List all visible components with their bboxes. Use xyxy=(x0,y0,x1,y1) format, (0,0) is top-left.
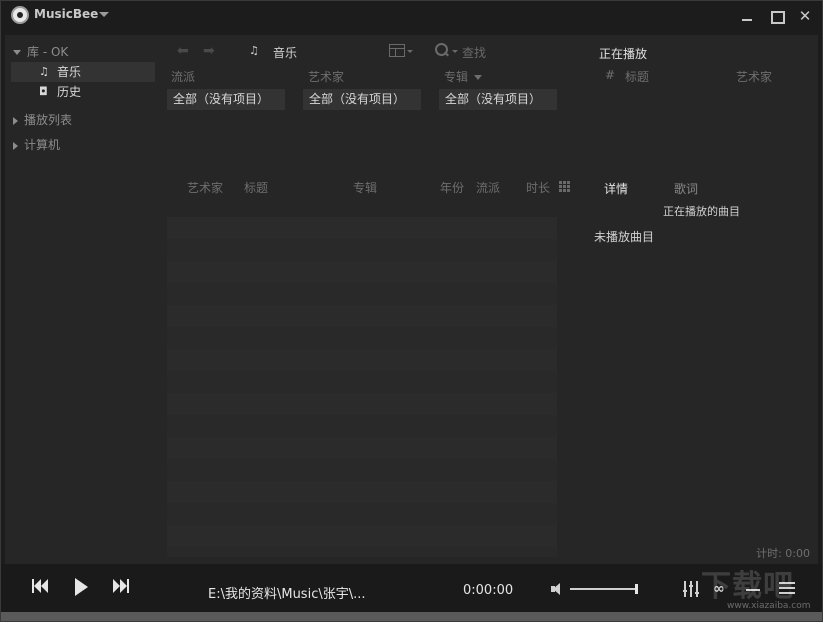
column-header-duration[interactable]: 时长 xyxy=(526,179,550,196)
filter-album-all[interactable]: 全部（没有项目） xyxy=(439,89,557,110)
volume-icon[interactable] xyxy=(551,583,565,595)
watermark-text: 下载吧 xyxy=(701,569,794,604)
sidebar-item-label: 音乐 xyxy=(57,65,82,79)
minimize-button[interactable] xyxy=(739,8,755,24)
app-title[interactable]: MusicBee xyxy=(34,7,98,21)
column-header-number[interactable]: # xyxy=(605,68,615,82)
maximize-button[interactable] xyxy=(768,8,785,24)
filter-header-album[interactable]: 专辑 xyxy=(444,68,483,85)
current-time: 0:00:00 xyxy=(463,583,514,598)
filter-header-genre[interactable]: 流派 xyxy=(171,68,195,85)
main-content: 库 - OK ♫ 音乐 ◘ 历史 播放列表 计算机 ⬅ ➡ ♫ 音乐 查找 流派… xyxy=(5,35,818,564)
tab-lyrics[interactable]: 歌词 xyxy=(674,180,698,197)
search-input[interactable]: 查找 xyxy=(462,44,486,61)
filter-header-artist[interactable]: 艺术家 xyxy=(308,68,344,85)
sidebar-library-group[interactable]: 库 - OK xyxy=(13,43,68,60)
back-arrow-icon[interactable]: ⬅ xyxy=(177,43,189,59)
sidebar-item-music[interactable]: ♫ 音乐 xyxy=(11,62,155,82)
forward-arrow-icon[interactable]: ➡ xyxy=(203,43,215,59)
column-chooser-icon[interactable] xyxy=(559,181,570,192)
computer-label: 计算机 xyxy=(24,138,61,152)
layout-icon[interactable] xyxy=(389,44,405,57)
playback-progress-bar[interactable] xyxy=(1,612,822,621)
current-track-path: E:\我的资料\Music\张宇\... xyxy=(208,587,366,602)
volume-slider[interactable] xyxy=(570,588,638,590)
tab-details[interactable]: 详情 xyxy=(604,180,628,197)
expand-right-icon xyxy=(13,141,18,150)
musicbee-logo-icon[interactable] xyxy=(11,6,29,24)
column-header-genre[interactable]: 流派 xyxy=(476,179,500,196)
watermark: 下载吧 www.xiazaiba.com xyxy=(701,561,819,616)
playlists-label: 播放列表 xyxy=(24,113,73,127)
column-header-artist[interactable]: 艺术家 xyxy=(736,68,772,85)
now-playing-empty-text: 未播放曲目 xyxy=(594,230,655,244)
title-bar: MusicBee ✕ xyxy=(1,1,822,31)
timer-label: 计时: 0:00 xyxy=(756,547,810,560)
column-header-title[interactable]: 标题 xyxy=(625,68,649,85)
chevron-down-icon xyxy=(474,75,483,80)
sidebar: 库 - OK ♫ 音乐 ◘ 历史 播放列表 计算机 xyxy=(5,35,157,564)
column-header-artist[interactable]: 艺术家 xyxy=(187,179,223,196)
column-header-year[interactable]: 年份 xyxy=(440,179,464,196)
library-label: 库 - OK xyxy=(27,45,69,59)
now-playing-title: 正在播放 xyxy=(599,47,648,61)
play-icon[interactable] xyxy=(75,578,88,596)
search-caret-icon[interactable] xyxy=(452,50,458,53)
layout-caret-icon[interactable] xyxy=(407,50,413,53)
expand-down-icon xyxy=(13,50,21,55)
app-window: MusicBee ✕ 库 - OK ♫ 音乐 ◘ 历史 播放列表 计算机 ⬅ ➡… xyxy=(0,0,823,622)
filter-genre-all[interactable]: 全部（没有项目） xyxy=(167,89,285,110)
next-track-icon[interactable] xyxy=(113,579,129,593)
breadcrumb[interactable]: 音乐 xyxy=(273,44,297,61)
column-header-title[interactable]: 标题 xyxy=(244,179,268,196)
player-bar: E:\我的资料\Music\张宇\... 0:00:00 ∞ xyxy=(1,564,822,612)
filter-artist-all[interactable]: 全部（没有项目） xyxy=(303,89,421,110)
expand-right-icon xyxy=(13,116,18,125)
history-icon: ◘ xyxy=(39,85,48,98)
column-header-album[interactable]: 专辑 xyxy=(353,179,377,196)
watermark-url: www.xiazaiba.com xyxy=(727,601,811,611)
previous-track-icon[interactable] xyxy=(32,579,48,593)
music-note-icon: ♫ xyxy=(249,44,259,57)
volume-slider-handle[interactable] xyxy=(635,584,638,594)
sidebar-computer-group[interactable]: 计算机 xyxy=(13,136,60,153)
sidebar-item-history[interactable]: ◘ 历史 xyxy=(11,82,155,102)
sidebar-item-label: 历史 xyxy=(57,85,82,99)
equalizer-icon[interactable] xyxy=(683,581,699,597)
search-icon[interactable] xyxy=(435,43,451,59)
filter-header-album-label: 专辑 xyxy=(444,70,469,84)
music-note-icon: ♫ xyxy=(39,65,49,78)
track-list[interactable] xyxy=(167,217,557,557)
now-playing-subtitle: 正在播放的曲目 xyxy=(663,205,740,218)
app-menu-caret-icon[interactable] xyxy=(99,12,109,17)
close-button[interactable]: ✕ xyxy=(797,8,813,24)
sidebar-playlists-group[interactable]: 播放列表 xyxy=(13,111,72,128)
